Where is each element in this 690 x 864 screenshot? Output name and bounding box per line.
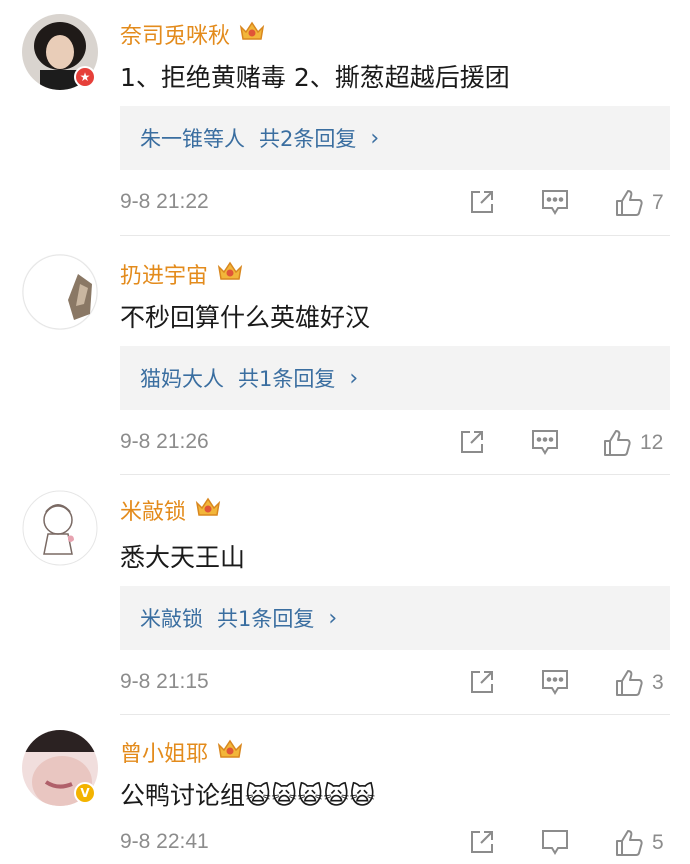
chevron-right-icon: › (328, 605, 338, 631)
share-button[interactable] (458, 428, 486, 456)
divider (120, 474, 670, 475)
comment-meta: 9-8 21:26 12 (120, 424, 670, 464)
comment-item: ★ 奈司兎咪秋 1、拒绝黄赌毒 2、撕葱超越后援团 朱一锥等人 共2条回复 › … (0, 0, 690, 240)
share-icon (471, 191, 493, 213)
reply-summary[interactable]: 猫妈大人 共1条回复 › (120, 346, 670, 410)
comment-item: 米敲锁 悉大天王山 米敲锁 共1条回复 › 9-8 21:15 3 (0, 476, 690, 716)
comment-item: V 曾小姐耶 公鸭讨论组🙀🙀🙀🙀🙀 9-8 22:41 5 (0, 716, 690, 856)
share-button[interactable] (468, 828, 496, 856)
reply-names: 猫妈大人 (140, 367, 224, 391)
comment-button[interactable] (540, 828, 570, 856)
avatar[interactable] (22, 490, 98, 566)
reply-count: 共2条回复 (259, 127, 357, 151)
like-button[interactable]: 7 (614, 188, 664, 218)
verified-badge-icon: ★ (74, 66, 96, 88)
reply-summary[interactable]: 米敲锁 共1条回复 › (120, 586, 670, 650)
like-button[interactable]: 12 (602, 428, 663, 458)
username[interactable]: 米敲锁 (120, 494, 222, 526)
timestamp: 9-8 22:41 (120, 830, 209, 853)
comment-button[interactable] (540, 668, 570, 696)
thumbs-up-icon (616, 830, 643, 856)
like-count: 7 (652, 191, 664, 214)
cat-emoji-icons: 🙀🙀🙀🙀🙀 (245, 781, 376, 810)
comment-icon (542, 190, 568, 215)
chevron-right-icon: › (349, 365, 359, 391)
like-button[interactable]: 3 (614, 668, 664, 698)
comment-meta: 9-8 21:15 3 (120, 664, 670, 704)
timestamp: 9-8 21:15 (120, 670, 209, 693)
verified-v-icon: V (74, 782, 96, 804)
comment-text: 不秒回算什么英雄好汉 (120, 303, 371, 332)
comment-icon (542, 670, 568, 695)
divider (120, 235, 670, 236)
comment-icon (542, 830, 568, 855)
comment-text: 公鸭讨论组🙀🙀🙀🙀🙀 (120, 781, 376, 810)
comment-button[interactable] (540, 188, 570, 216)
timestamp: 9-8 21:26 (120, 430, 209, 453)
divider (120, 714, 670, 715)
comment-meta: 9-8 22:41 5 (120, 824, 670, 864)
reply-count: 共1条回复 (238, 367, 336, 391)
like-count: 12 (640, 431, 664, 454)
avatar[interactable] (22, 254, 98, 330)
comment-button[interactable] (530, 428, 560, 456)
username[interactable]: 奈司兎咪秋 (120, 18, 266, 50)
reply-summary[interactable]: 朱一锥等人 共2条回复 › (120, 106, 670, 170)
comment-text: 1、拒绝黄赌毒 2、撕葱超越后援团 (120, 63, 510, 92)
comment-item: 扔进宇宙 不秒回算什么英雄好汉 猫妈大人 共1条回复 › 9-8 21:26 1… (0, 240, 690, 476)
timestamp: 9-8 21:22 (120, 190, 209, 213)
comment-meta: 9-8 21:22 7 (120, 184, 670, 224)
thumbs-up-icon (616, 670, 643, 696)
thumbs-up-icon (616, 190, 643, 216)
reply-names: 朱一锥等人 (140, 127, 245, 151)
share-icon (461, 431, 483, 453)
crown-icon (238, 19, 266, 49)
username[interactable]: 曾小姐耶 (120, 736, 244, 768)
chevron-right-icon: › (370, 125, 380, 151)
like-count: 5 (652, 831, 664, 854)
comment-icon (532, 430, 558, 455)
crown-icon (216, 259, 244, 289)
share-button[interactable] (468, 188, 496, 216)
reply-count: 共1条回复 (217, 607, 315, 631)
share-button[interactable] (468, 668, 496, 696)
crown-icon (216, 737, 244, 767)
like-button[interactable]: 5 (614, 828, 664, 858)
comment-text: 悉大天王山 (120, 543, 246, 572)
like-count: 3 (652, 671, 664, 694)
crown-icon (194, 495, 222, 525)
thumbs-up-icon (604, 430, 631, 456)
reply-names: 米敲锁 (140, 607, 203, 631)
share-icon (471, 671, 493, 693)
username[interactable]: 扔进宇宙 (120, 258, 244, 290)
share-icon (471, 831, 493, 853)
